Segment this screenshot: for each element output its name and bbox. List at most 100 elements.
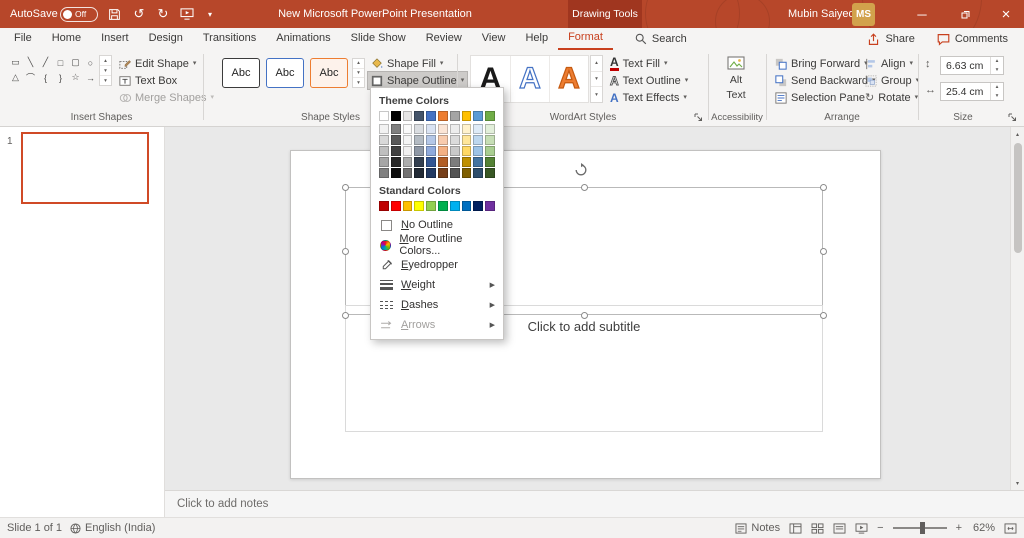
text-outline-button[interactable]: A Text Outline ▾: [607, 72, 691, 89]
shape-icon[interactable]: ╲: [23, 55, 38, 70]
shape-fill-button[interactable]: Shape Fill ▾: [368, 55, 446, 72]
resize-handle[interactable]: [820, 312, 827, 319]
zoom-slider[interactable]: [893, 527, 947, 529]
color-swatch[interactable]: [438, 168, 448, 178]
color-swatch[interactable]: [473, 135, 483, 145]
color-swatch[interactable]: [438, 135, 448, 145]
tab-design[interactable]: Design: [139, 28, 193, 50]
gallery-down-icon[interactable]: ▾: [353, 68, 364, 78]
shape-icon[interactable]: △: [8, 70, 23, 85]
shape-icon[interactable]: }: [53, 70, 68, 85]
color-swatch[interactable]: [450, 146, 460, 156]
shape-icon[interactable]: ⌒: [23, 70, 38, 85]
scroll-up-icon[interactable]: ▴: [1011, 127, 1024, 141]
color-swatch[interactable]: [414, 168, 424, 178]
shape-icon[interactable]: ▢: [68, 55, 83, 70]
rotate-handle[interactable]: [574, 163, 588, 177]
text-fill-button[interactable]: A Text Fill ▾: [607, 55, 670, 72]
avatar[interactable]: MS: [852, 3, 875, 26]
scroll-down-icon[interactable]: ▾: [1011, 476, 1024, 490]
color-swatch[interactable]: [462, 124, 472, 134]
color-swatch[interactable]: [450, 135, 460, 145]
reading-view-button[interactable]: [833, 523, 846, 534]
color-swatch[interactable]: [473, 157, 483, 167]
slide-thumbnail[interactable]: [21, 132, 149, 204]
color-swatch[interactable]: [473, 146, 483, 156]
customize-toolbar-button[interactable]: ▾: [198, 0, 222, 28]
menu-item-eyedropper[interactable]: Eyedropper: [371, 255, 503, 275]
color-swatch[interactable]: [438, 146, 448, 156]
search-box[interactable]: Search: [635, 33, 687, 45]
menu-item-no-outline[interactable]: No Outline: [371, 215, 503, 235]
color-swatch[interactable]: [450, 201, 460, 211]
color-swatch[interactable]: [403, 157, 413, 167]
text-effects-button[interactable]: A Text Effects ▾: [607, 89, 690, 106]
tab-home[interactable]: Home: [42, 28, 91, 50]
color-swatch[interactable]: [462, 135, 472, 145]
gallery-up-icon[interactable]: ▴: [100, 56, 111, 65]
color-swatch[interactable]: [485, 157, 495, 167]
color-swatch[interactable]: [462, 168, 472, 178]
resize-handle[interactable]: [581, 184, 588, 191]
tab-review[interactable]: Review: [416, 28, 472, 50]
color-swatch[interactable]: [391, 124, 401, 134]
color-swatch[interactable]: [391, 146, 401, 156]
color-swatch[interactable]: [450, 168, 460, 178]
resize-handle[interactable]: [820, 248, 827, 255]
resize-handle[interactable]: [342, 184, 349, 191]
size-dialog-launcher[interactable]: [1008, 113, 1017, 122]
gallery-up-icon[interactable]: ▴: [353, 59, 364, 68]
scrollbar-thumb[interactable]: [1014, 143, 1022, 253]
color-swatch[interactable]: [379, 124, 389, 134]
color-swatch[interactable]: [379, 201, 389, 211]
user-name[interactable]: Mubin Saiyed: [788, 0, 855, 28]
redo-button[interactable]: ↻: [151, 0, 175, 28]
color-swatch[interactable]: [462, 157, 472, 167]
normal-view-button[interactable]: [789, 523, 802, 534]
color-swatch[interactable]: [414, 201, 424, 211]
color-swatch[interactable]: [403, 168, 413, 178]
color-swatch[interactable]: [391, 111, 401, 121]
color-swatch[interactable]: [462, 111, 472, 121]
group-button[interactable]: Group ▾: [862, 72, 922, 89]
alt-text-button[interactable]: Alt Text: [714, 56, 758, 101]
zoom-in-button[interactable]: +: [956, 522, 962, 534]
spin-up-icon[interactable]: ▴: [991, 57, 1003, 66]
context-tab-drawing-tools[interactable]: Drawing Tools: [568, 0, 642, 28]
resize-handle[interactable]: [342, 312, 349, 319]
comments-button[interactable]: Comments: [937, 33, 1008, 46]
shape-icon[interactable]: ☆: [68, 70, 83, 85]
color-swatch[interactable]: [485, 111, 495, 121]
color-swatch[interactable]: [403, 111, 413, 121]
menu-item-dashes[interactable]: Dashes ▶: [371, 295, 503, 315]
color-swatch[interactable]: [379, 135, 389, 145]
color-swatch[interactable]: [426, 111, 436, 121]
color-swatch[interactable]: [403, 124, 413, 134]
shape-icon[interactable]: →: [83, 70, 98, 85]
resize-handle[interactable]: [342, 248, 349, 255]
tab-animations[interactable]: Animations: [266, 28, 340, 50]
tab-file[interactable]: File: [4, 28, 42, 50]
zoom-level[interactable]: 62%: [971, 522, 995, 534]
menu-item-more-outline-colors[interactable]: More Outline Colors...: [371, 235, 503, 255]
color-swatch[interactable]: [426, 168, 436, 178]
menu-item-weight[interactable]: Weight ▶: [371, 275, 503, 295]
color-swatch[interactable]: [473, 111, 483, 121]
tab-transitions[interactable]: Transitions: [193, 28, 266, 50]
color-swatch[interactable]: [485, 201, 495, 211]
minimize-button[interactable]: ─: [902, 0, 942, 28]
shape-icon[interactable]: {: [38, 70, 53, 85]
color-swatch[interactable]: [414, 146, 424, 156]
color-swatch[interactable]: [391, 201, 401, 211]
close-button[interactable]: ×: [988, 0, 1024, 28]
gallery-more-icon[interactable]: ▾: [353, 77, 364, 87]
shape-style-sample[interactable]: Abc: [222, 58, 260, 88]
gallery-more-icon[interactable]: ▾: [591, 86, 602, 102]
save-button[interactable]: [102, 0, 126, 28]
color-swatch[interactable]: [450, 157, 460, 167]
color-swatch[interactable]: [438, 157, 448, 167]
tab-insert[interactable]: Insert: [91, 28, 139, 50]
zoom-out-button[interactable]: −: [877, 522, 883, 534]
tab-format[interactable]: Format: [558, 28, 613, 50]
color-swatch[interactable]: [403, 135, 413, 145]
